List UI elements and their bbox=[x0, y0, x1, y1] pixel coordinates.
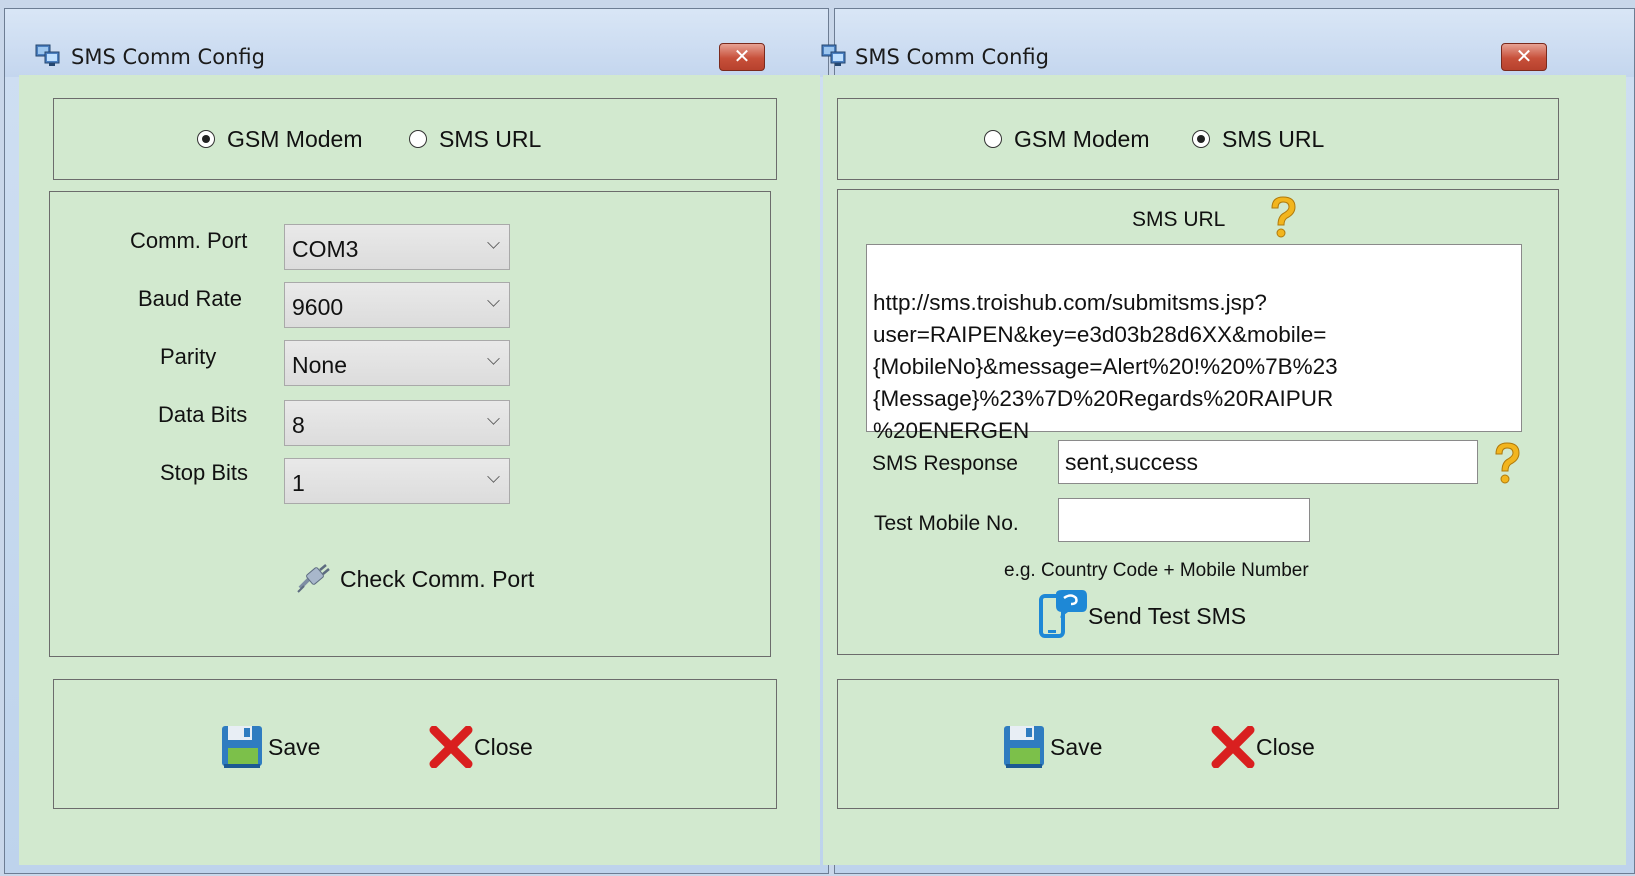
title-bar: SMS Comm Config ✕ bbox=[5, 9, 828, 77]
radio-sms-url-label: SMS URL bbox=[1222, 125, 1325, 152]
mode-group: GSM Modem SMS URL bbox=[837, 98, 1559, 180]
save-label: Save bbox=[268, 733, 321, 760]
parity-label: Parity bbox=[160, 344, 217, 369]
mode-group: GSM Modem SMS URL bbox=[53, 98, 777, 180]
save-button[interactable]: Save bbox=[220, 724, 320, 770]
close-red-x-icon bbox=[429, 726, 473, 768]
sms-url-heading: SMS URL bbox=[1132, 208, 1226, 231]
close-icon: ✕ bbox=[1515, 44, 1533, 68]
close-red-x-icon bbox=[1211, 726, 1255, 768]
test-mobile-input[interactable] bbox=[1058, 498, 1310, 542]
radio-indicator[interactable] bbox=[984, 130, 1002, 148]
sms-comm-config-window-gsm: SMS Comm Config ✕ GSM Modem SMS URL Comm… bbox=[4, 8, 829, 874]
comm-port-label: Comm. Port bbox=[130, 228, 248, 253]
data-bits-label: Data Bits bbox=[158, 402, 248, 427]
window-title: SMS Comm Config bbox=[71, 45, 265, 69]
data-bits-value: 8 bbox=[292, 412, 305, 438]
comm-port-select[interactable]: COM3 bbox=[284, 224, 510, 270]
data-bits-select[interactable]: 8 bbox=[284, 400, 510, 446]
sms-response-value: sent,success bbox=[1065, 449, 1198, 475]
close-icon: ✕ bbox=[733, 44, 751, 68]
plug-icon bbox=[297, 564, 330, 593]
check-comm-port-label: Check Comm. Port bbox=[340, 565, 535, 592]
baud-rate-select[interactable]: 9600 bbox=[284, 282, 510, 328]
close-button[interactable]: Close bbox=[428, 726, 533, 768]
save-icon bbox=[222, 726, 262, 768]
help-icon[interactable] bbox=[1266, 194, 1300, 240]
sms-comm-config-window-url: SMS Comm Config ✕ GSM Modem SMS URL SMS … bbox=[821, 8, 1635, 874]
radio-indicator-selected[interactable] bbox=[197, 130, 215, 148]
check-comm-port-button[interactable]: Check Comm. Port bbox=[296, 564, 534, 594]
window-icon bbox=[821, 44, 846, 66]
sms-url-settings-group: SMS URL http://sms.troishub.com/submitsm… bbox=[837, 189, 1559, 655]
window-close-button[interactable]: ✕ bbox=[1501, 43, 1547, 71]
close-label: Close bbox=[474, 733, 533, 760]
sms-url-textarea[interactable]: http://sms.troishub.com/submitsms.jsp? u… bbox=[866, 244, 1522, 443]
parity-value: None bbox=[292, 352, 347, 378]
radio-indicator-selected[interactable] bbox=[1192, 130, 1210, 148]
gsm-settings-group: Comm. Port COM3 Baud Rate 9600 Parity No… bbox=[49, 191, 771, 657]
chevron-down-icon bbox=[487, 352, 500, 365]
send-test-sms-label: Send Test SMS bbox=[1088, 602, 1247, 629]
send-test-sms-button[interactable]: Send Test SMS bbox=[1038, 590, 1246, 642]
save-label: Save bbox=[1050, 733, 1103, 760]
radio-sms-url[interactable]: SMS URL bbox=[1192, 125, 1325, 152]
client-area: GSM Modem SMS URL Comm. Port COM3 Baud R… bbox=[19, 75, 820, 865]
title-bar: SMS Comm Config ✕ bbox=[821, 9, 1634, 77]
phone-sms-icon bbox=[1039, 590, 1087, 638]
window-icon bbox=[35, 44, 60, 66]
radio-gsm-modem-label: GSM Modem bbox=[1014, 125, 1150, 152]
stop-bits-value: 1 bbox=[292, 470, 305, 496]
radio-sms-url-label: SMS URL bbox=[439, 125, 542, 152]
sms-response-input[interactable]: sent,success bbox=[1058, 440, 1478, 484]
baud-rate-value: 9600 bbox=[292, 294, 344, 320]
radio-gsm-modem[interactable]: GSM Modem bbox=[984, 125, 1150, 152]
action-group: Save Close bbox=[53, 679, 777, 809]
window-title: SMS Comm Config bbox=[855, 45, 1049, 69]
baud-rate-label: Baud Rate bbox=[138, 286, 242, 311]
chevron-down-icon bbox=[487, 412, 500, 425]
client-area: GSM Modem SMS URL SMS URL http://sms.tro… bbox=[823, 75, 1626, 865]
mobile-format-hint: e.g. Country Code + Mobile Number bbox=[1004, 560, 1309, 581]
chevron-down-icon bbox=[487, 294, 500, 307]
stop-bits-select[interactable]: 1 bbox=[284, 458, 510, 504]
chevron-down-icon bbox=[487, 236, 500, 249]
parity-select[interactable]: None bbox=[284, 340, 510, 386]
sms-url-value: http://sms.troishub.com/submitsms.jsp? u… bbox=[873, 290, 1338, 443]
comm-port-value: COM3 bbox=[292, 236, 359, 262]
close-label: Close bbox=[1256, 733, 1315, 760]
test-mobile-label: Test Mobile No. bbox=[874, 512, 1019, 535]
close-button[interactable]: Close bbox=[1210, 726, 1315, 768]
radio-gsm-modem[interactable]: GSM Modem bbox=[197, 125, 363, 152]
save-button[interactable]: Save bbox=[1002, 724, 1102, 770]
sms-response-label: SMS Response bbox=[872, 452, 1018, 475]
radio-indicator[interactable] bbox=[409, 130, 427, 148]
action-group: Save Close bbox=[837, 679, 1559, 809]
radio-gsm-modem-label: GSM Modem bbox=[227, 125, 363, 152]
stop-bits-label: Stop Bits bbox=[160, 460, 249, 485]
help-icon[interactable] bbox=[1490, 440, 1524, 486]
window-close-button[interactable]: ✕ bbox=[719, 43, 765, 71]
radio-sms-url[interactable]: SMS URL bbox=[409, 125, 542, 152]
save-icon bbox=[1004, 726, 1044, 768]
chevron-down-icon bbox=[487, 470, 500, 483]
